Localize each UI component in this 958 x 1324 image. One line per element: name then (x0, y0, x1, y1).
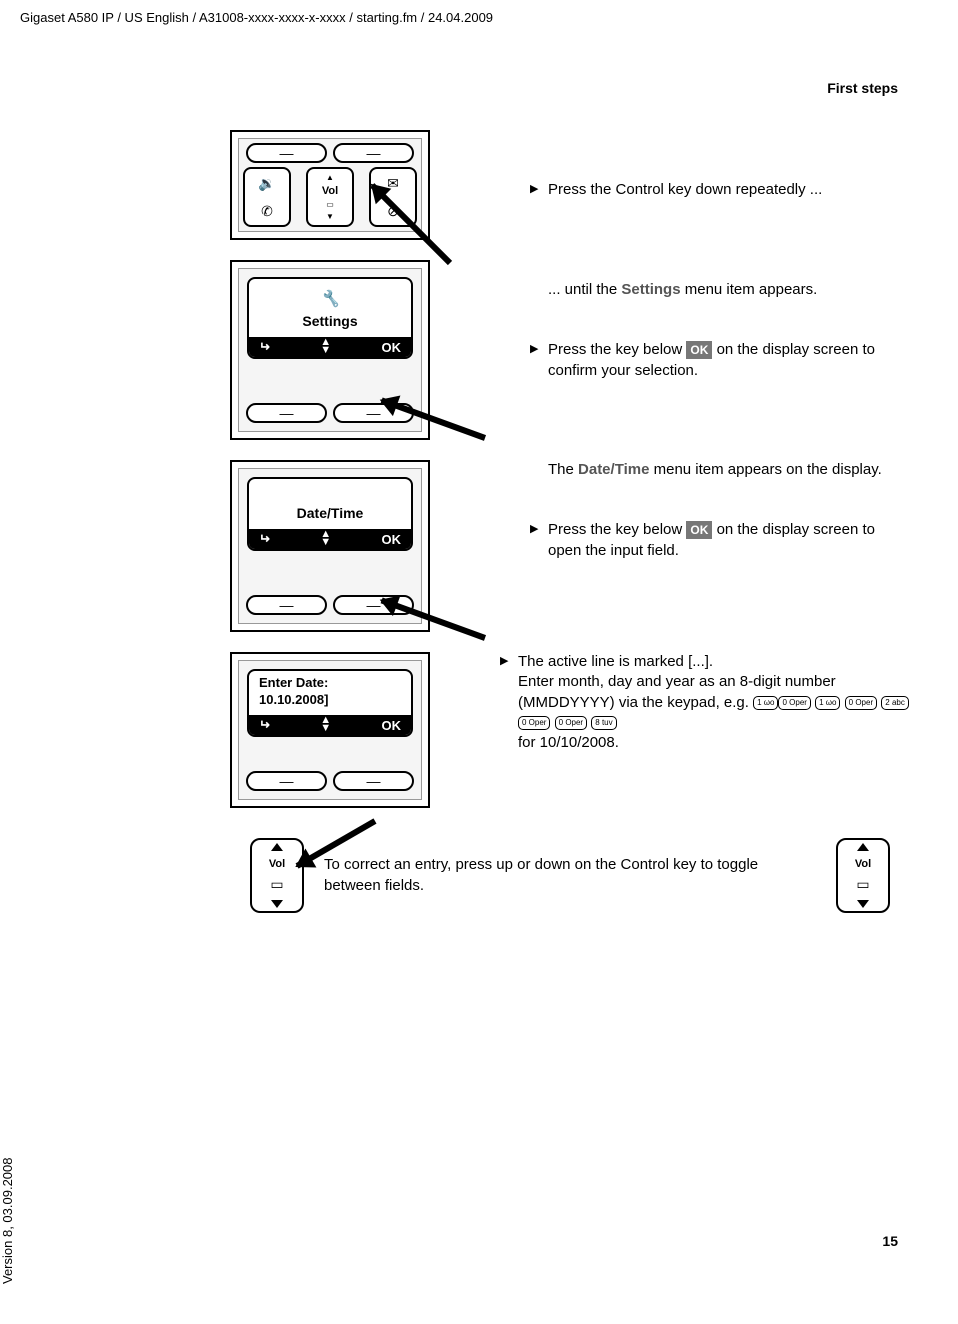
updown-icon: ▲▼ (320, 717, 331, 732)
softkey-right: — (333, 143, 414, 163)
key-0: 0 Oper (778, 696, 810, 710)
content-area: — — 🔉 ✆ ▲ Vol ▭ ▼ (230, 130, 910, 913)
section-title: First steps (827, 80, 898, 96)
key-8: 8 tuv (591, 716, 616, 730)
softkey-right: — (333, 771, 414, 791)
instruction-2: ... until the Settings menu item appears… (450, 260, 910, 411)
key-0: 0 Oper (555, 716, 587, 730)
settings-icon: 🔧 (257, 289, 403, 309)
instruction-text: Press the key below OK on the display sc… (530, 340, 910, 381)
softkey-left: — (246, 143, 327, 163)
updown-icon: ▲▼ (320, 339, 331, 354)
ok-label: OK (381, 718, 401, 733)
instruction-3: The Date/Time menu item appears on the d… (450, 460, 910, 591)
phone-display-settings: 🔧 Settings ↵ ▲▼ OK (247, 277, 413, 359)
back-icon: ↵ (259, 339, 270, 355)
softkey-bar: ↵ ▲▼ OK (249, 337, 411, 357)
vol-label: Vol (855, 858, 871, 870)
speaker-icon: 🔉 (258, 175, 275, 192)
updown-icon: ▲▼ (320, 531, 331, 546)
phone-display-datetime: Date/Time ↵ ▲▼ OK (247, 477, 413, 551)
step-row-4: Enter Date: 10.10.2008] ↵ ▲▼ OK — — (230, 652, 910, 808)
screen-title-datetime: Date/Time (257, 505, 403, 521)
up-arrow-icon (271, 843, 283, 851)
bottom-correction-row: Vol ▭ To correct an entry, press up or d… (230, 838, 910, 913)
instruction-text: The active line is marked [...]. Enter m… (500, 652, 910, 753)
ok-label: OK (381, 532, 401, 547)
book-icon: ▭ (270, 876, 283, 893)
control-key: ▲ Vol ▭ ▼ (306, 167, 354, 227)
vol-control-key-right: Vol ▭ (836, 838, 890, 913)
phone-graphic-1: — — 🔉 ✆ ▲ Vol ▭ ▼ (230, 130, 450, 240)
phone-graphic-4: Enter Date: 10.10.2008] ↵ ▲▼ OK — — (230, 652, 450, 808)
softkey-bar: ↵ ▲▼ OK (249, 529, 411, 549)
key-0: 0 Oper (845, 696, 877, 710)
softkey-left: — (246, 403, 327, 423)
ok-badge: OK (686, 521, 712, 539)
phone-graphic-2: 🔧 Settings ↵ ▲▼ OK — — (230, 260, 450, 440)
instruction-text: The Date/Time menu item appears on the d… (530, 460, 910, 480)
instruction-4: The active line is marked [...]. Enter m… (450, 652, 910, 783)
key-1: 1 ωο (753, 696, 778, 710)
key-1: 1 ωο (815, 696, 840, 710)
up-arrow-icon (857, 843, 869, 851)
book-icon: ▭ (856, 876, 869, 893)
instruction-text: Press the key below OK on the display sc… (530, 520, 910, 561)
page-number: 15 (882, 1233, 898, 1249)
key-2: 2 abc (881, 696, 909, 710)
version-text: Version 8, 03.09.2008 (0, 1158, 15, 1285)
instruction-text: Press the Control key down repeatedly ..… (530, 180, 910, 200)
softkey-bar: ↵ ▲▼ OK (249, 715, 411, 735)
instruction-1: Press the Control key down repeatedly ..… (450, 130, 910, 230)
vol-label: Vol (269, 858, 285, 870)
step-row-2: 🔧 Settings ↵ ▲▼ OK — — (230, 260, 910, 440)
softkey-left: — (246, 595, 327, 615)
ok-label: OK (381, 340, 401, 355)
back-icon: ↵ (259, 717, 270, 733)
ok-badge: OK (686, 341, 712, 359)
phone-graphic-3: Date/Time ↵ ▲▼ OK — — (230, 460, 450, 632)
enter-date-label: Enter Date: (255, 675, 405, 690)
phone-display-enter-date: Enter Date: 10.10.2008] ↵ ▲▼ OK (247, 669, 413, 737)
down-arrow-icon (857, 900, 869, 908)
book-icon: ▭ (326, 200, 334, 209)
down-arrow-icon (271, 900, 283, 908)
left-keys: 🔉 ✆ (243, 167, 291, 227)
vol-key-left-wrapper: Vol ▭ (250, 838, 304, 913)
screen-title-settings: Settings (257, 313, 403, 329)
page-header: Gigaset A580 IP / US English / A31008-xx… (20, 10, 493, 25)
enter-date-value: 10.10.2008] (255, 692, 405, 707)
key-0: 0 Oper (518, 716, 550, 730)
back-icon: ↵ (259, 531, 270, 547)
softkey-left: — (246, 771, 327, 791)
vol-control-key-left: Vol ▭ (250, 838, 304, 913)
step-row-1: — — 🔉 ✆ ▲ Vol ▭ ▼ (230, 130, 910, 240)
bottom-instruction: To correct an entry, press up or down on… (324, 855, 816, 896)
instruction-text: ... until the Settings menu item appears… (530, 280, 910, 300)
step-row-3: Date/Time ↵ ▲▼ OK — — (230, 460, 910, 632)
vol-key-right-wrapper: Vol ▭ (836, 838, 890, 913)
call-icon: ✆ (261, 203, 273, 220)
